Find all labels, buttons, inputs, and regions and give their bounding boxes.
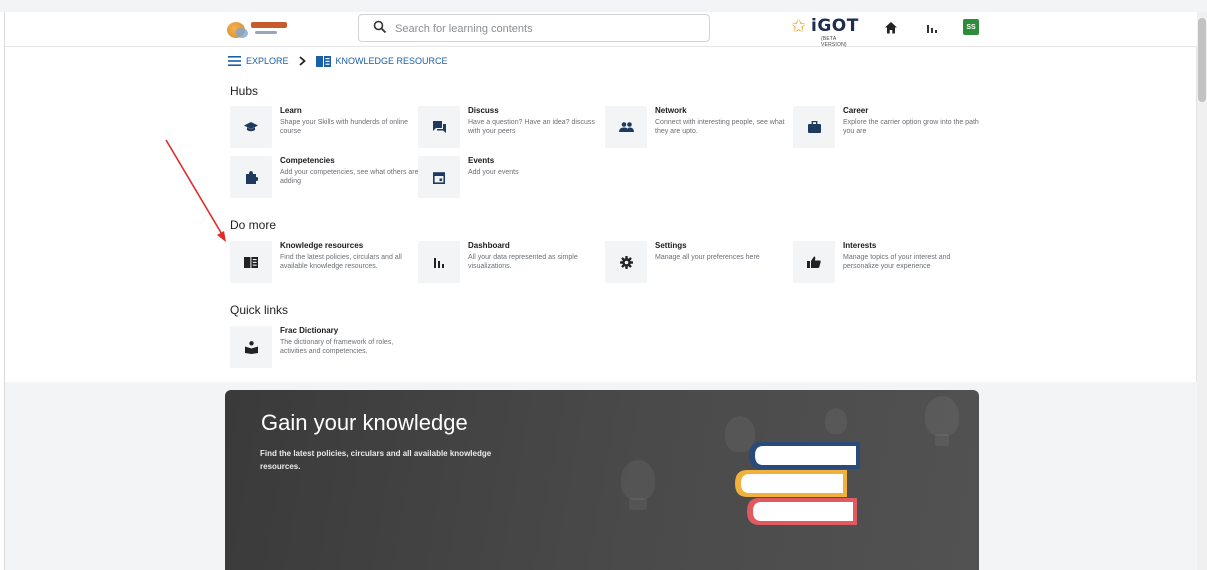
- search-icon: [373, 20, 387, 34]
- browser-top-strip: [0, 0, 1207, 12]
- hub-card-career[interactable]: Career Explore the carrier option grow i…: [793, 106, 979, 148]
- hub-card-events[interactable]: Events Add your events: [418, 156, 600, 198]
- menu-icon: [228, 56, 241, 66]
- bulb-decoration: [925, 396, 959, 436]
- card-desc: Add your events: [468, 169, 519, 176]
- karmayogi-logo[interactable]: [227, 20, 295, 42]
- tile: [230, 326, 272, 368]
- breadcrumb-current: KNOWLEDGE RESOURCE: [315, 55, 448, 67]
- hub-card-network[interactable]: Network Connect with interesting people,…: [605, 106, 787, 148]
- igot-beta-label: (BETA VERSION): [821, 36, 847, 48]
- card-title: Learn: [280, 106, 302, 115]
- hub-card-competencies[interactable]: Competencies Add your competencies, see …: [230, 156, 419, 198]
- card-title: Events: [468, 156, 495, 165]
- banner-subtext: Find the latest policies, circulars and …: [260, 449, 492, 471]
- top-header: ✩ iGOT (BETA VERSION) SS: [5, 12, 1197, 48]
- do-more-card-dashboard[interactable]: Dashboard All your data represented as s…: [418, 241, 600, 283]
- breadcrumb-current-label: KNOWLEDGE RESOURCE: [335, 56, 448, 66]
- bulb-decoration: [629, 498, 647, 510]
- puzzle-icon: [245, 170, 258, 184]
- card-title: Dashboard: [468, 241, 510, 250]
- card-desc: Explore the carrier option grow into the…: [843, 119, 979, 135]
- card-title: Knowledge resources: [280, 241, 364, 250]
- star-icon: ✩: [791, 16, 807, 36]
- card-desc: Find the latest policies, circulars and …: [280, 254, 402, 270]
- tile: [793, 241, 835, 283]
- tile: [418, 156, 460, 198]
- bar-chart-icon[interactable]: [925, 21, 939, 35]
- search-box[interactable]: [358, 14, 710, 42]
- card-title: Discuss: [468, 106, 499, 115]
- annotation-arrow: [165, 139, 226, 242]
- people-icon: [618, 122, 634, 132]
- breadcrumb-explore[interactable]: EXPLORE: [228, 56, 289, 66]
- briefcase-icon: [807, 121, 821, 133]
- banner-heading: Gain your knowledge: [261, 410, 468, 435]
- section-title-quick-links: Quick links: [230, 303, 289, 317]
- igot-logo[interactable]: ✩ iGOT (BETA VERSION): [791, 16, 858, 48]
- emblem-icon: [227, 22, 248, 38]
- section-title-hubs: Hubs: [230, 84, 259, 98]
- card-desc: All your data represented as simple visu…: [468, 254, 578, 270]
- scrollbar[interactable]: [1196, 12, 1207, 570]
- search-input[interactable]: [393, 19, 697, 39]
- forum-icon: [432, 121, 446, 133]
- knowledge-banner: Gain your knowledge Find the latest poli…: [225, 390, 979, 570]
- graduation-cap-icon: [244, 122, 258, 132]
- hub-card-discuss[interactable]: Discuss Have a question? Have an idea? d…: [418, 106, 600, 148]
- card-title: Settings: [655, 241, 687, 250]
- card-title: Network: [655, 106, 687, 115]
- calendar-icon: [433, 171, 445, 184]
- do-more-card-knowledge-resources[interactable]: Knowledge resources Find the latest poli…: [230, 241, 412, 283]
- bulb-decoration: [935, 434, 949, 446]
- card-desc: Have a question? Have an idea? discuss w…: [468, 119, 595, 135]
- card-title: Career: [843, 106, 869, 115]
- book-icon: [315, 55, 331, 67]
- bulb-decoration: [621, 460, 655, 500]
- tile: [605, 241, 647, 283]
- card-desc: Shape your Skills with hunderds of onlin…: [280, 119, 409, 135]
- card-title: Frac Dictionary: [280, 326, 339, 335]
- logo-wordmark: [251, 22, 287, 28]
- home-icon[interactable]: [884, 21, 898, 35]
- tile: [418, 241, 460, 283]
- book-icon: [244, 256, 258, 268]
- avatar[interactable]: SS: [963, 19, 979, 35]
- bulb-decoration: [825, 408, 847, 434]
- scrollbar-thumb[interactable]: [1198, 18, 1206, 102]
- chevron-right-icon: [298, 56, 306, 66]
- breadcrumb-explore-label: EXPLORE: [246, 56, 289, 66]
- dictionary-icon: [244, 340, 258, 354]
- gear-icon: [619, 255, 633, 269]
- bar-chart-icon: [434, 258, 444, 268]
- logo-tagline: [255, 31, 277, 34]
- thumbs-up-icon: [807, 256, 821, 268]
- hub-card-learn[interactable]: Learn Shape your Skills with hunderds of…: [230, 106, 412, 148]
- tile: [605, 106, 647, 148]
- breadcrumb: EXPLORE KNOWLEDGE RESOURCE: [228, 54, 448, 68]
- igot-wordmark: iGOT: [811, 16, 859, 36]
- quick-link-frac-dictionary[interactable]: Frac Dictionary The dictionary of framew…: [230, 326, 412, 368]
- tile: [418, 106, 460, 148]
- do-more-card-interests[interactable]: Interests Manage topics of your interest…: [793, 241, 975, 283]
- card-desc: Add your competencies, see what others a…: [280, 169, 419, 185]
- card-title: Competencies: [280, 156, 335, 165]
- card-title: Interests: [843, 241, 877, 250]
- tile: [793, 106, 835, 148]
- card-desc: Connect with interesting people, see wha…: [655, 119, 785, 135]
- card-desc: The dictionary of framework of roles, ac…: [280, 339, 394, 355]
- card-desc: Manage all your preferences here: [655, 254, 760, 261]
- do-more-card-settings[interactable]: Settings Manage all your preferences her…: [605, 241, 787, 283]
- card-desc: Manage topics of your interest and perso…: [843, 254, 951, 270]
- books-illustration: [735, 442, 860, 525]
